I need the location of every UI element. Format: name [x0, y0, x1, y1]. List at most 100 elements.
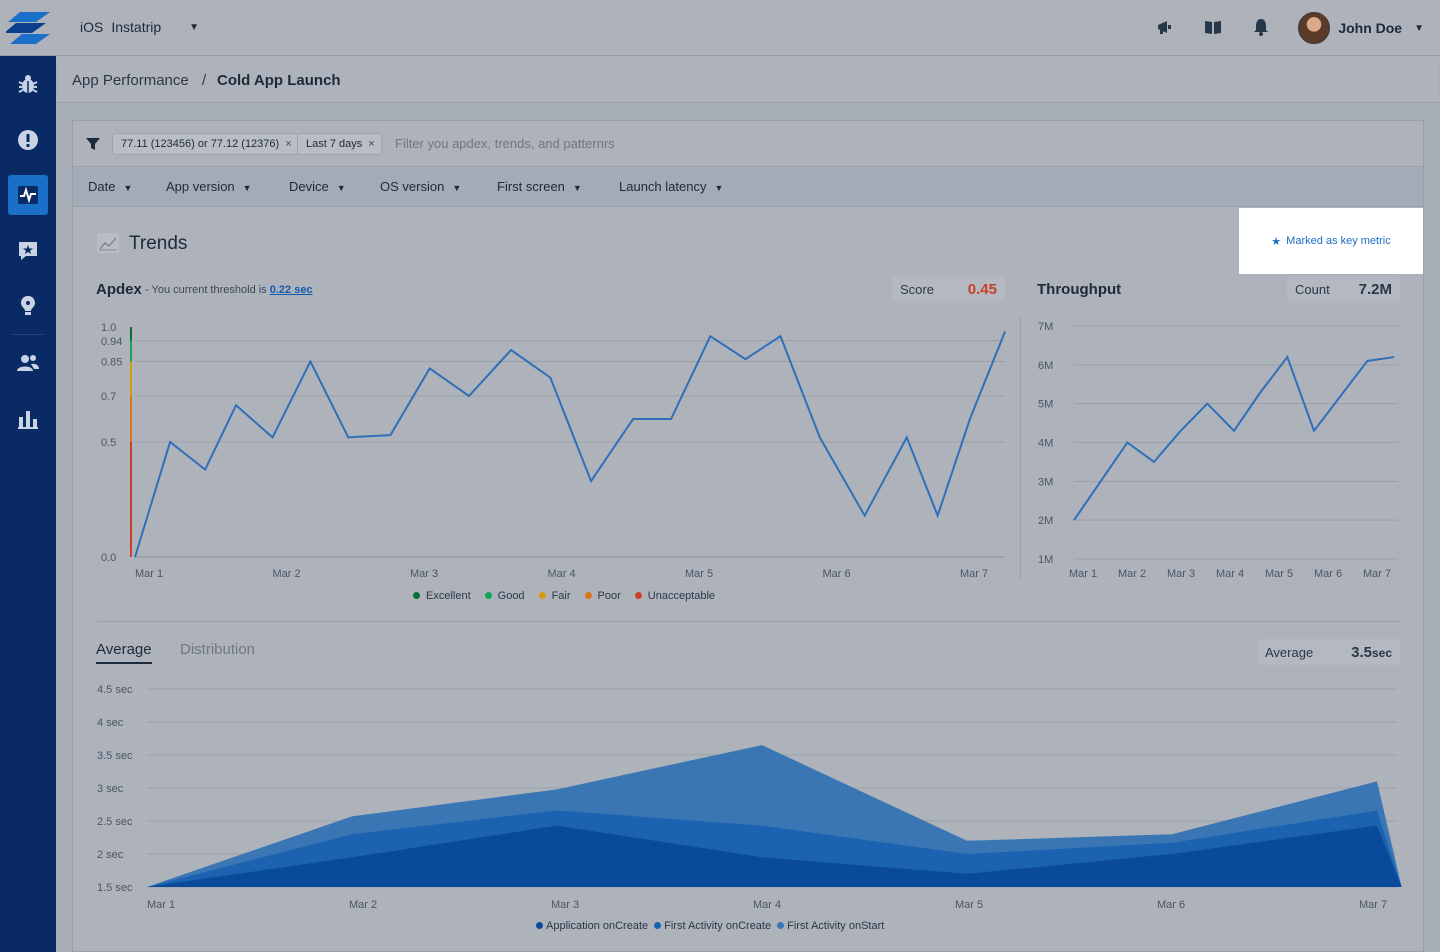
- legend-label: Good: [497, 590, 525, 602]
- close-icon[interactable]: ×: [285, 138, 291, 150]
- tab-average[interactable]: Average: [96, 641, 152, 664]
- key-metric-label: Marked as key metric: [1286, 235, 1391, 247]
- x-tick-label: Mar 7: [1359, 899, 1387, 911]
- y-tick-label: 3M: [1038, 476, 1053, 488]
- app-name: Instatrip: [111, 19, 162, 35]
- filter-chip-date[interactable]: Last 7 days ×: [297, 133, 382, 155]
- chip-label: 77.11 (123456) or 77.12 (12376): [121, 138, 280, 150]
- dropdown-os-version[interactable]: OS version ▼: [380, 179, 461, 194]
- legend-label: First Activity onStart: [787, 920, 885, 932]
- average-box: Average 3.5sec: [1257, 639, 1400, 665]
- dropdown-label: OS version: [380, 179, 445, 194]
- apdex-title: Apdex: [96, 281, 142, 298]
- average-value: 3.5sec: [1351, 644, 1392, 661]
- analytics-icon: [18, 411, 38, 429]
- x-tick-label: Mar 2: [349, 899, 377, 911]
- dropdown-first-screen[interactable]: First screen ▼: [497, 179, 582, 194]
- y-tick-label: 1.5 sec: [97, 882, 133, 894]
- breadcrumb: App Performance / Cold App Launch: [57, 57, 1439, 103]
- apdex-score-box: Score 0.45: [892, 277, 1005, 301]
- filter-input[interactable]: [395, 136, 995, 151]
- close-icon[interactable]: ×: [368, 138, 374, 150]
- users-icon: [17, 355, 39, 371]
- legend-item-first-activity-onstart: First Activity onStart: [777, 920, 884, 932]
- sidebar-item-bugs[interactable]: [8, 64, 48, 104]
- dropdown-label: First screen: [497, 179, 565, 194]
- legend-dot: [584, 592, 592, 599]
- y-tick-label: 0.5: [101, 437, 116, 449]
- star-icon: ★: [1271, 235, 1282, 248]
- sidebar-divider: [12, 334, 44, 335]
- main-panel: 77.11 (123456) or 77.12 (12376) × Last 7 …: [72, 120, 1424, 952]
- x-tick-label: Mar 3: [410, 568, 438, 580]
- y-tick-label: 1M: [1038, 554, 1053, 566]
- throughput-count-box: Count 7.2M: [1287, 277, 1400, 301]
- dropdown-launch-latency[interactable]: Launch latency ▼: [619, 179, 723, 194]
- dropdown-label: Launch latency: [619, 179, 707, 194]
- legend-dot: [777, 922, 785, 929]
- bell-icon[interactable]: [1252, 18, 1270, 36]
- y-tick-label: 1.0: [101, 322, 116, 334]
- x-tick-label: Mar 6: [1314, 568, 1342, 580]
- chevron-down-icon: ▼: [452, 183, 462, 193]
- section-title-trends: Trends: [129, 233, 188, 254]
- bug-icon: [18, 75, 38, 93]
- x-tick-label: Mar 4: [548, 568, 576, 580]
- breadcrumb-parent[interactable]: App Performance: [72, 72, 189, 89]
- average-label: Average: [1265, 644, 1314, 660]
- sidebar-item-feedback[interactable]: [8, 231, 48, 271]
- x-tick-label: Mar 5: [955, 899, 983, 911]
- dropdown-app-version[interactable]: App version ▼: [166, 179, 252, 194]
- dropdown-date[interactable]: Date ▼: [88, 179, 132, 194]
- apdex-chart: 1.0 0.94 0.85 0.7 0.5 0.0 Mar 1 Mar 2 Mar 3 Mar 4…: [101, 322, 1006, 580]
- y-tick-label: 0.94: [101, 336, 122, 348]
- y-tick-label: 2.5 sec: [97, 816, 133, 828]
- average-number: 3.5: [1351, 643, 1372, 661]
- breadcrumb-separator: /: [202, 72, 207, 89]
- score-value: 0.45: [967, 280, 997, 298]
- y-tick-label: 0.0: [101, 552, 116, 564]
- y-tick-label: 4M: [1038, 438, 1053, 450]
- sidebar-item-feature-requests[interactable]: [8, 286, 48, 326]
- user-menu[interactable]: John Doe ▼: [1298, 12, 1424, 44]
- filter-icon[interactable]: [85, 136, 101, 152]
- app-switcher[interactable]: iOS Instatrip ▼: [80, 19, 199, 35]
- apdex-threshold-note: - You current threshold is 0.22 sec: [145, 284, 313, 296]
- key-metric-button[interactable]: ★ Marked as key metric: [1239, 208, 1423, 274]
- tab-distribution[interactable]: Distribution: [180, 641, 255, 658]
- x-tick-label: Mar 1: [1069, 568, 1097, 580]
- chevron-down-icon: ▼: [572, 183, 582, 193]
- y-tick-label: 4.5 sec: [97, 684, 133, 696]
- x-tick-label: Mar 7: [960, 568, 988, 580]
- x-tick-label: Mar 4: [1216, 568, 1244, 580]
- threshold-link[interactable]: 0.22 sec: [270, 284, 313, 296]
- throughput-chart: 7M 6M 5M 4M 3M 2M 1M Mar 1 Mar 2 Mar 3 Mar 4 Mar 5 M…: [1038, 321, 1398, 580]
- chevron-down-icon: ▼: [242, 183, 252, 193]
- avatar: [1298, 12, 1331, 44]
- legend-item-application-oncreate: Application onCreate: [536, 920, 648, 932]
- filter-bar: 77.11 (123456) or 77.12 (12376) × Last 7 …: [73, 121, 1423, 167]
- legend-item-excellent: Excellent: [413, 590, 471, 602]
- top-bar: iOS Instatrip ▼ John Doe ▼: [0, 0, 1440, 56]
- legend-label: Excellent: [426, 590, 471, 602]
- y-tick-label: 0.7: [101, 391, 116, 403]
- dropdown-device[interactable]: Device ▼: [289, 179, 346, 194]
- chevron-down-icon: ▼: [1414, 22, 1424, 34]
- legend-dot: [536, 922, 543, 929]
- sidebar-item-crashes[interactable]: [8, 120, 48, 160]
- chevron-down-icon: ▼: [189, 21, 200, 33]
- chart-divider: [1020, 317, 1021, 579]
- logo-icon[interactable]: [6, 10, 50, 46]
- filter-chip-version[interactable]: 77.11 (123456) or 77.12 (12376) ×: [112, 133, 299, 155]
- sidebar-item-analytics[interactable]: [8, 399, 48, 439]
- sidebar-item-users[interactable]: [8, 343, 48, 383]
- megaphone-icon[interactable]: [1156, 18, 1174, 36]
- alert-icon: [18, 130, 38, 150]
- latency-chart: 4.5 sec 4 sec 3.5 sec 3 sec 2.5 sec 2 sec 1.5 …: [97, 684, 1402, 911]
- legend-dot: [654, 922, 662, 929]
- x-tick-label: Mar 2: [1118, 568, 1146, 580]
- sidebar-item-performance[interactable]: [8, 175, 48, 215]
- y-tick-label: 7M: [1038, 321, 1053, 333]
- y-tick-label: 0.85: [101, 357, 122, 369]
- book-icon[interactable]: [1204, 18, 1222, 36]
